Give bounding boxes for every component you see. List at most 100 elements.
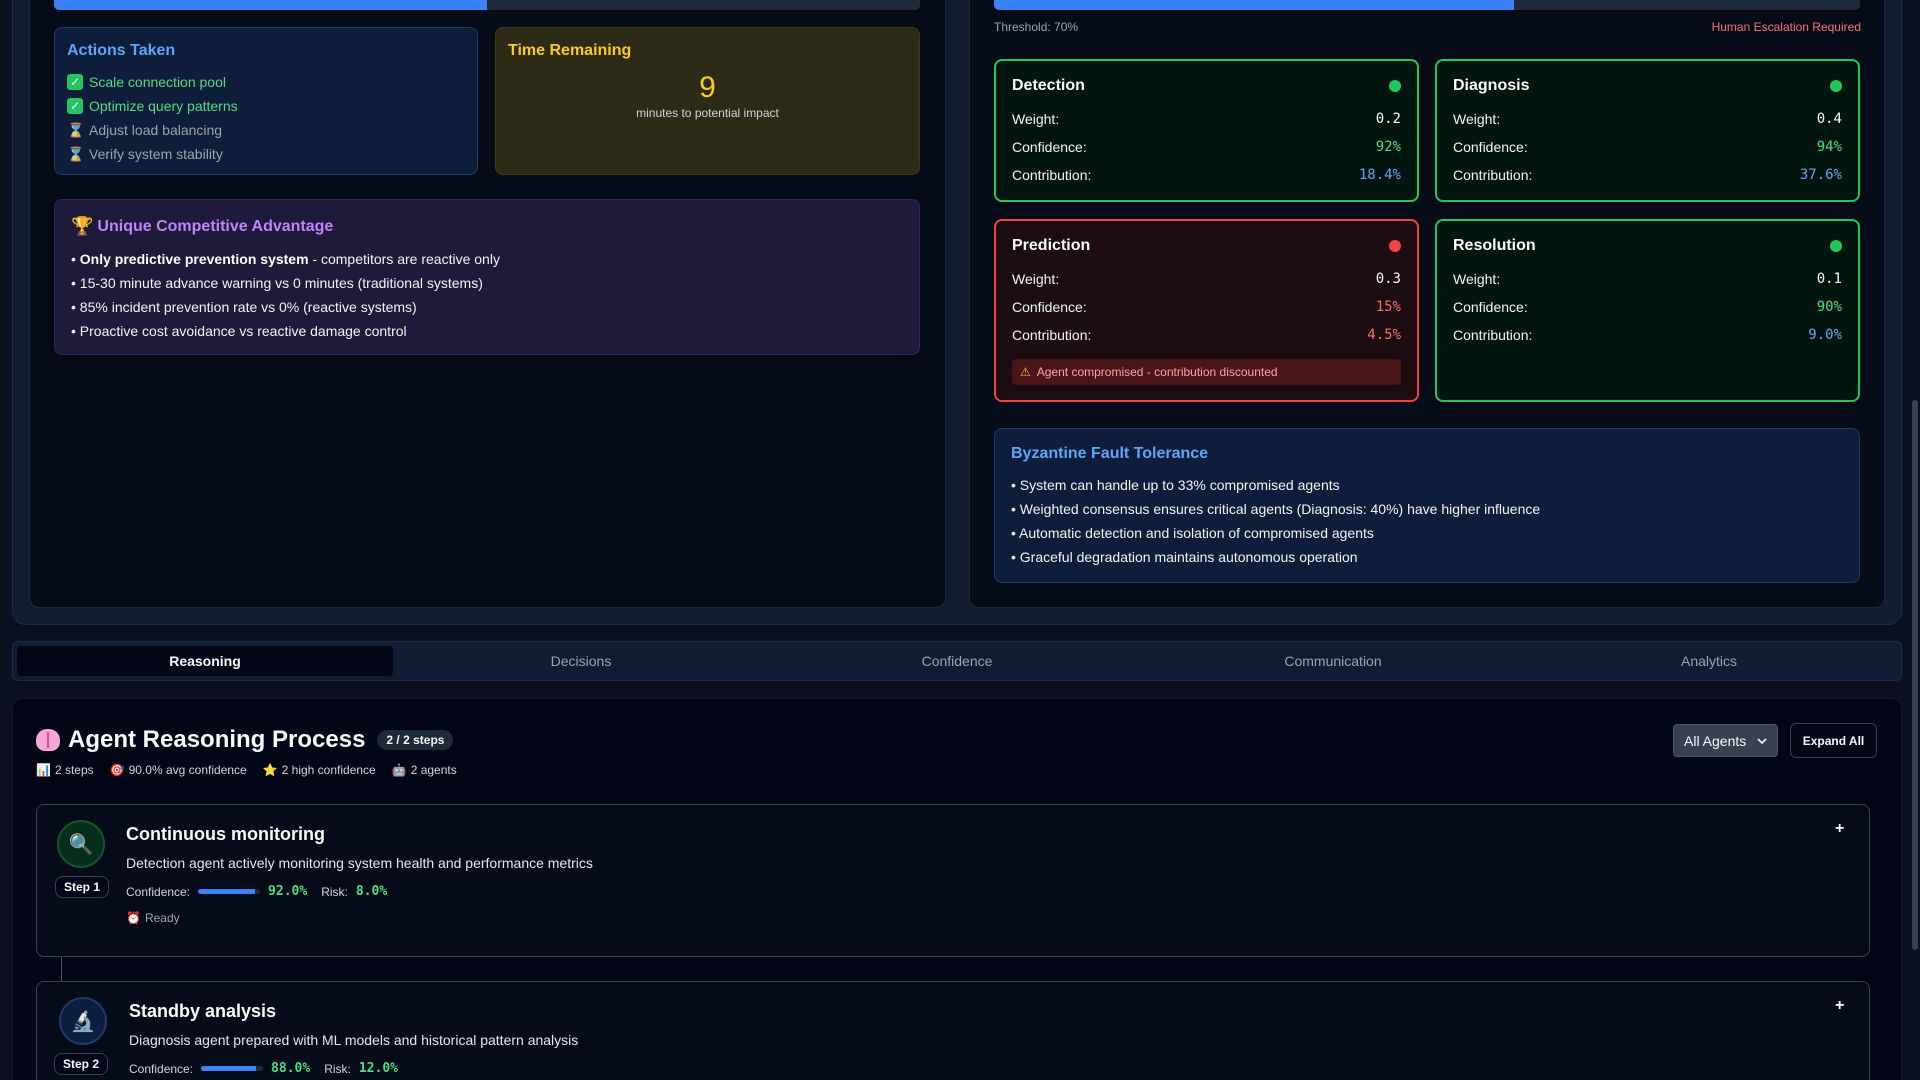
competitive-advantage-header: 🏆 Unique Competitive Advantage <box>71 216 903 237</box>
agent-name: Prediction <box>1012 237 1091 254</box>
compromised-warning-text: Agent compromised - contribution discoun… <box>1036 365 1278 379</box>
step-description: Diagnosis agent prepared with ML models … <box>129 1032 579 1048</box>
advantage-item: • Proactive cost avoidance vs reactive d… <box>71 323 407 339</box>
byzantine-item: • System can handle up to 33% compromise… <box>1011 477 1340 493</box>
status-dot-icon <box>1830 240 1842 252</box>
agent-contribution-value: 18.4% <box>1358 167 1401 183</box>
advantage-item-text: - competitors are reactive only <box>308 251 500 267</box>
advantage-item: • 85% incident prevention rate vs 0% (re… <box>71 299 417 315</box>
time-remaining-card: Time Remaining 9 minutes to potential im… <box>495 27 920 175</box>
agent-confidence-label: Confidence: <box>1453 139 1528 155</box>
step-metrics: Confidence: 92.0% Risk: 8.0% <box>126 884 387 899</box>
agent-weight-row: Weight: 0.3 <box>1012 265 1401 293</box>
confidence-bar <box>198 889 261 894</box>
response-progress-fill <box>54 0 487 10</box>
confidence-value: 92.0% <box>268 884 308 899</box>
reasoning-stat: 🎯 90.0% avg confidence <box>110 763 247 777</box>
checkmark-icon: ✓ <box>67 74 83 90</box>
action-label: Adjust load balancing <box>89 122 223 138</box>
confidence-label: Confidence: <box>129 1061 194 1076</box>
reasoning-stat: 🤖 2 agents <box>392 763 457 777</box>
status-dot-icon <box>1830 80 1842 92</box>
action-label: Optimize query patterns <box>89 98 238 114</box>
byzantine-item-text: System can handle up to 33% compromised … <box>1019 477 1340 493</box>
tab-confidence[interactable]: Confidence <box>769 646 1145 676</box>
reasoning-title: Agent Reasoning Process <box>68 726 366 753</box>
tab-communication[interactable]: Communication <box>1145 646 1521 676</box>
agent-card-header: Diagnosis <box>1453 77 1842 95</box>
escalation-label: Human Escalation Required <box>1711 20 1861 34</box>
agent-card-resolution: Resolution Weight: 0.1 Confidence: 90% Contri… <box>1435 219 1860 402</box>
actions-taken-title: Actions Taken <box>67 42 176 59</box>
tab-bar: Reasoning Decisions Confidence Communicatio… <box>12 641 1902 681</box>
action-label: Verify system stability <box>89 146 223 162</box>
step-number-badge: Step 1 <box>55 876 110 898</box>
tab-reasoning[interactable]: Reasoning <box>17 646 393 676</box>
agent-contribution-label: Contribution: <box>1012 167 1092 183</box>
agent-card-header: Resolution <box>1453 237 1842 255</box>
trophy-icon: 🏆 <box>71 216 94 236</box>
agent-confidence-label: Confidence: <box>1453 299 1528 315</box>
agent-name: Resolution <box>1453 237 1536 254</box>
alarm-clock-icon: ⏰ <box>126 911 141 925</box>
chart-icon: 📊 <box>36 763 51 777</box>
agent-contribution-row: Contribution: 37.6% <box>1453 161 1842 189</box>
tab-decisions[interactable]: Decisions <box>393 646 769 676</box>
reasoning-stat-label: 2 agents <box>410 763 457 777</box>
advantage-item-bold: Only predictive prevention system <box>79 251 309 267</box>
action-item: ⌛ Verify system stability <box>67 142 465 166</box>
checkmark-icon: ✓ <box>67 98 83 114</box>
tab-analytics[interactable]: Analytics <box>1521 646 1897 676</box>
byzantine-item: • Weighted consensus ensures critical ag… <box>1011 501 1541 517</box>
hourglass-icon: ⌛ <box>67 122 85 138</box>
agent-weight-row: Weight: 0.2 <box>1012 105 1401 133</box>
expand-step-icon[interactable]: + <box>1835 820 1844 838</box>
agent-confidence-label: Confidence: <box>1012 139 1087 155</box>
byzantine-list: • System can handle up to 33% compromise… <box>1011 473 1843 569</box>
expand-step-icon[interactable]: + <box>1835 997 1844 1015</box>
agent-weight-value: 0.2 <box>1375 111 1401 127</box>
agent-confidence-label: Confidence: <box>1012 299 1087 315</box>
advantage-item-text: Proactive cost avoidance vs reactive dam… <box>79 323 407 339</box>
agent-name: Diagnosis <box>1453 77 1530 94</box>
agent-contribution-value: 4.5% <box>1367 327 1401 343</box>
agent-weight-label: Weight: <box>1012 111 1060 127</box>
expand-all-button[interactable]: Expand All <box>1790 723 1877 758</box>
hourglass-icon: ⌛ <box>67 146 85 162</box>
steps-badge: 2 / 2 steps <box>377 730 454 750</box>
agent-confidence-value: 92% <box>1375 139 1401 155</box>
agent-card-detection: Detection Weight: 0.2 Confidence: 92% Contrib… <box>994 59 1419 202</box>
reasoning-stat: ⭐ 2 high confidence <box>263 763 376 777</box>
threshold-label: Threshold: 70% <box>994 20 1079 34</box>
step-title: Standby analysis <box>129 1001 277 1021</box>
competitive-advantage-card: 🏆 Unique Competitive Advantage • Only pr… <box>54 199 920 355</box>
agent-confidence-row: Confidence: 90% <box>1453 293 1842 321</box>
byzantine-item: • Graceful degradation maintains autonom… <box>1011 549 1358 565</box>
agent-weight-value: 0.3 <box>1375 271 1401 287</box>
agent-confidence-value: 94% <box>1816 139 1842 155</box>
reasoning-stats: 📊 2 steps 🎯 90.0% avg confidence ⭐ 2 high con… <box>36 763 457 777</box>
action-item: ✓ Scale connection pool <box>67 70 465 94</box>
competitive-advantage-list: • Only predictive prevention system - co… <box>71 247 903 343</box>
agent-confidence-row: Confidence: 92% <box>1012 133 1401 161</box>
agent-confidence-value: 90% <box>1816 299 1842 315</box>
risk-label: Risk: <box>321 884 348 899</box>
agent-confidence-row: Confidence: 15% <box>1012 293 1401 321</box>
step-title: Continuous monitoring <box>126 824 325 844</box>
response-progress-bar <box>54 0 920 10</box>
byzantine-item-text: Automatic detection and isolation of com… <box>1019 525 1374 541</box>
robot-icon: 🤖 <box>391 763 407 777</box>
reasoning-stat: 📊 2 steps <box>36 763 94 777</box>
reasoning-stat-label: 2 steps <box>54 763 94 777</box>
confidence-bar-fill <box>198 889 256 894</box>
page-scrollbar[interactable] <box>1912 400 1918 950</box>
agent-contribution-value: 9.0% <box>1808 327 1842 343</box>
step-metrics: Confidence: 88.0% Risk: 12.0% <box>129 1061 398 1076</box>
actions-list: ✓ Scale connection pool ✓ Optimize query pa… <box>67 70 465 166</box>
agent-confidence-value: 15% <box>1375 299 1401 315</box>
advantage-item: • Only predictive prevention system - co… <box>71 251 500 267</box>
brain-icon <box>36 729 60 751</box>
agent-filter-select[interactable]: All Agents <box>1673 724 1778 757</box>
agent-contribution-value: 37.6% <box>1799 167 1842 183</box>
agent-card-header: Detection <box>1012 77 1401 95</box>
